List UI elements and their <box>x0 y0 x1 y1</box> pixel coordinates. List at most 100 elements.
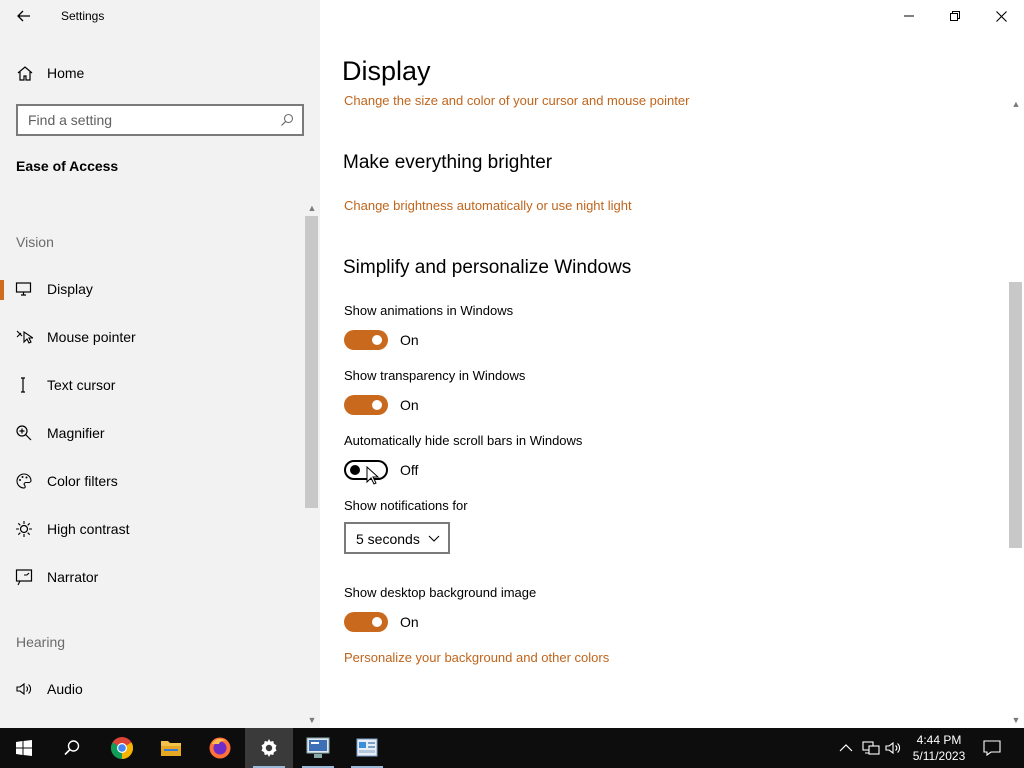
narrator-icon <box>15 569 33 586</box>
notifications-label: Show notifications for <box>344 498 468 513</box>
brightness-link[interactable]: Change brightness automatically or use n… <box>344 198 632 213</box>
sidebar-item-label: Narrator <box>47 569 99 585</box>
taskbar: 4:44 PM 5/11/2023 <box>0 728 1024 768</box>
scroll-down-arrow-icon[interactable]: ▼ <box>1011 716 1021 725</box>
control-panel-button[interactable] <box>343 728 391 768</box>
scrollbar-thumb[interactable] <box>305 216 318 508</box>
home-label: Home <box>47 65 85 81</box>
restore-button[interactable] <box>932 0 978 32</box>
notifications-value: 5 seconds <box>356 531 420 547</box>
notification-icon <box>983 740 1001 756</box>
settings-taskbar-button[interactable] <box>245 728 293 768</box>
chevron-down-icon <box>428 535 440 542</box>
speaker-icon <box>16 682 31 696</box>
transparency-label: Show transparency in Windows <box>344 368 526 383</box>
section-heading: Ease of Access <box>16 158 119 174</box>
show-hidden-icons-button[interactable] <box>836 738 856 758</box>
minimize-button[interactable] <box>886 0 932 32</box>
mouse-pointer-icon <box>16 330 33 344</box>
file-explorer-button[interactable] <box>147 728 195 768</box>
sidebar-item-label: Mouse pointer <box>47 329 136 345</box>
sidebar-item-home[interactable]: Home <box>0 56 320 90</box>
sidebar-item-label: Color filters <box>47 473 118 489</box>
app-title: Settings <box>61 9 105 23</box>
sidebar-item-narrator[interactable]: Narrator <box>0 557 303 597</box>
sidebar-item-audio[interactable]: Audio <box>0 669 303 709</box>
section-title-brighter: Make everything brighter <box>343 152 553 173</box>
background-image-state: On <box>400 614 419 630</box>
search-icon <box>64 740 80 756</box>
cursor-settings-link[interactable]: Change the size and color of your cursor… <box>344 93 689 108</box>
taskbar-search-button[interactable] <box>48 728 96 768</box>
scroll-down-arrow-icon[interactable]: ▼ <box>307 716 317 725</box>
chrome-icon <box>111 737 133 759</box>
hide-scrollbars-state: Off <box>400 462 419 478</box>
sidebar-item-label: Magnifier <box>47 425 105 441</box>
main-content: Display Change the size and color of you… <box>320 0 1024 728</box>
sidebar-item-label: Display <box>47 281 93 297</box>
chrome-button[interactable] <box>98 728 146 768</box>
sidebar-scrollbar[interactable]: ▲ ▼ <box>303 200 320 728</box>
settings-icon <box>261 739 277 757</box>
main-scrollbar[interactable]: ▲ ▼ <box>1007 96 1024 728</box>
clock-date: 5/11/2023 <box>912 749 966 763</box>
back-button[interactable] <box>10 4 38 28</box>
contrast-icon <box>16 521 32 537</box>
sidebar-item-label: Audio <box>47 681 83 697</box>
remote-desktop-icon <box>306 737 330 758</box>
sidebar: Settings Home Ease of Access Vision Disp… <box>0 0 320 728</box>
sidebar-item-mouse-pointer[interactable]: Mouse pointer <box>0 317 303 357</box>
sidebar-item-high-contrast[interactable]: High contrast <box>0 509 303 549</box>
monitor-icon <box>15 282 32 296</box>
sidebar-item-color-filters[interactable]: Color filters <box>0 461 303 501</box>
animations-label: Show animations in Windows <box>344 303 514 318</box>
search-input[interactable] <box>28 111 268 129</box>
search-icon <box>281 113 294 126</box>
file-explorer-icon <box>161 741 181 756</box>
group-label-hearing: Hearing <box>16 634 66 650</box>
volume-tray-button[interactable] <box>884 738 904 758</box>
page-title: Display <box>342 56 431 86</box>
section-title-simplify: Simplify and personalize Windows <box>343 257 632 278</box>
control-panel-icon <box>356 738 378 757</box>
network-icon <box>862 741 880 755</box>
notifications-dropdown[interactable]: 5 seconds <box>344 522 450 554</box>
network-tray-button[interactable] <box>861 738 881 758</box>
hide-scrollbars-toggle[interactable] <box>344 460 388 480</box>
close-icon <box>995 10 1007 22</box>
minimize-icon <box>904 15 914 17</box>
firefox-icon <box>209 737 231 759</box>
home-icon <box>17 66 33 81</box>
clock-time: 4:44 PM <box>916 733 962 747</box>
action-center-button[interactable] <box>982 738 1002 758</box>
palette-icon <box>16 473 32 489</box>
scrollbar-thumb[interactable] <box>1009 282 1022 548</box>
background-image-toggle[interactable] <box>344 612 388 632</box>
sidebar-item-display[interactable]: Display <box>0 269 303 309</box>
transparency-state: On <box>400 397 419 413</box>
magnifier-icon <box>16 425 32 441</box>
personalize-link[interactable]: Personalize your background and other co… <box>344 650 609 665</box>
firefox-button[interactable] <box>196 728 244 768</box>
group-label-vision: Vision <box>16 234 54 250</box>
sidebar-item-label: Text cursor <box>47 377 116 393</box>
search-box[interactable] <box>16 104 304 136</box>
scroll-up-arrow-icon[interactable]: ▲ <box>307 204 317 213</box>
animations-state: On <box>400 332 419 348</box>
taskbar-clock[interactable]: 4:44 PM 5/11/2023 <box>904 732 974 764</box>
background-image-label: Show desktop background image <box>344 585 537 600</box>
animations-toggle[interactable] <box>344 330 388 350</box>
start-icon <box>16 740 32 756</box>
transparency-toggle[interactable] <box>344 395 388 415</box>
sidebar-item-magnifier[interactable]: Magnifier <box>0 413 303 453</box>
restore-icon <box>950 11 960 21</box>
close-button[interactable] <box>978 0 1024 32</box>
sidebar-item-text-cursor[interactable]: Text cursor <box>0 365 303 405</box>
start-button[interactable] <box>0 728 48 768</box>
scroll-up-arrow-icon[interactable]: ▲ <box>1011 100 1021 109</box>
hide-scrollbars-label: Automatically hide scroll bars in Window… <box>344 433 583 448</box>
remote-desktop-button[interactable] <box>294 728 342 768</box>
sidebar-item-label: High contrast <box>47 521 130 537</box>
text-cursor-icon <box>21 377 25 393</box>
back-arrow-icon <box>17 10 30 22</box>
